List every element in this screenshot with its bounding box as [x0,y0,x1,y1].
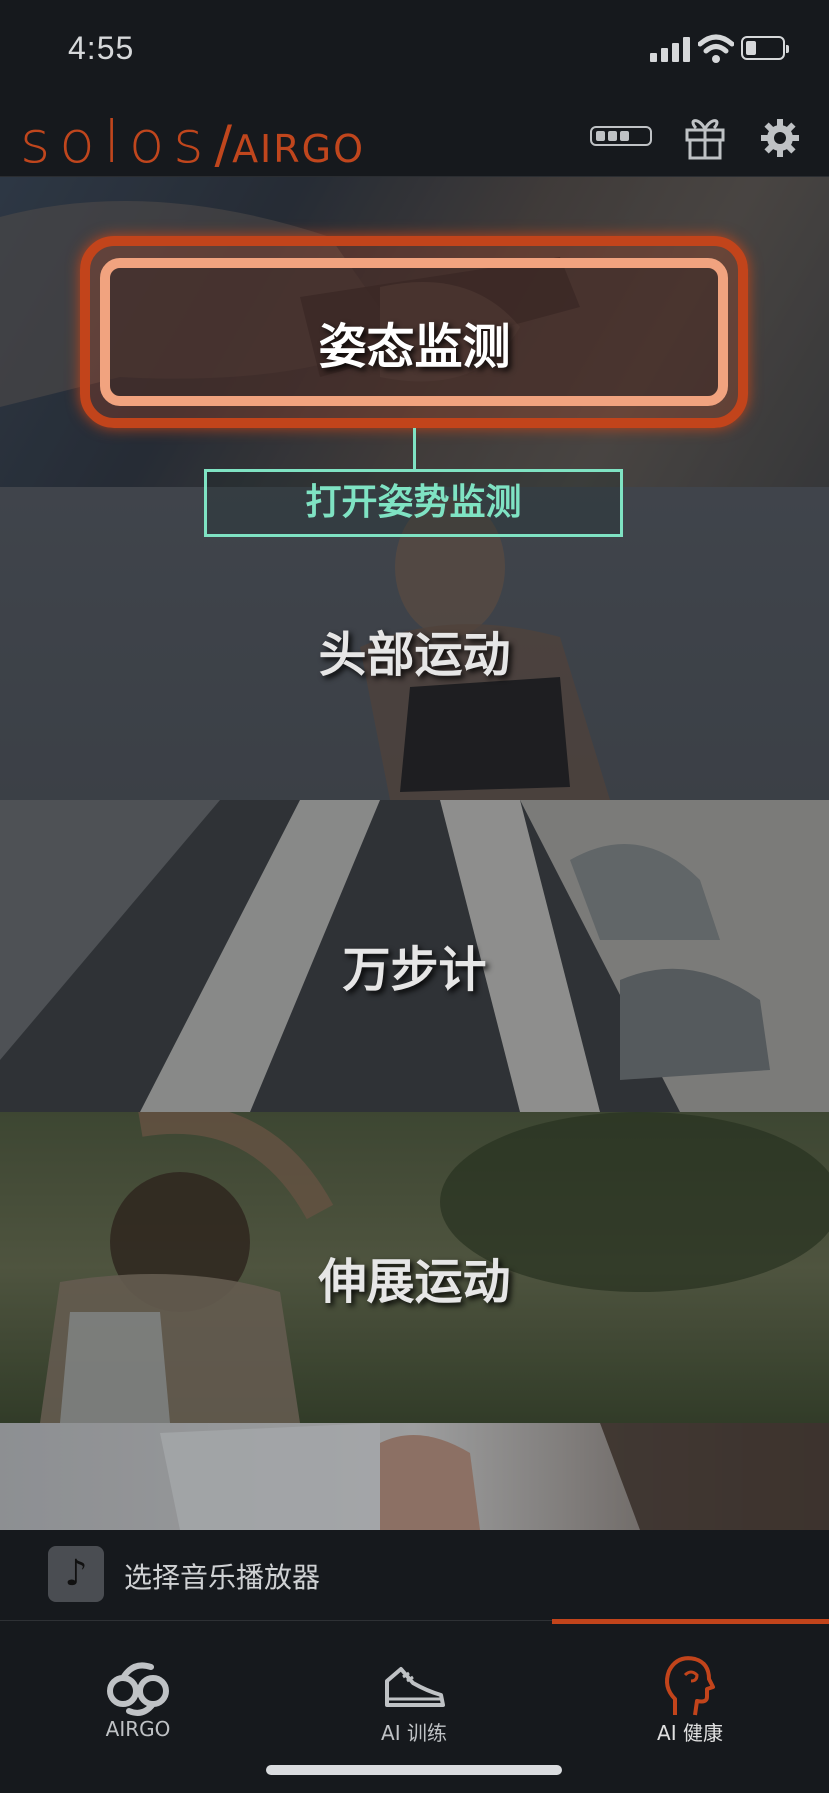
airgo-logo-icon [107,1662,169,1716]
wifi-icon [698,34,734,63]
music-player-label: 选择音乐播放器 [124,1561,321,1594]
tab-airgo[interactable]: AIRGO [0,1621,276,1793]
tab-label-airgo: AIRGO [105,1717,171,1741]
gear-icon[interactable] [760,118,800,158]
status-bar: 4:55 [0,0,829,100]
tab-label-ai-health: AI 健康 [657,1721,723,1745]
tab-ai-health[interactable]: AI 健康 [552,1621,828,1793]
status-time: 4:55 [68,30,135,66]
panel-pedometer[interactable]: 万步计 [0,800,829,1112]
panel-label-stretch: 伸展运动 [318,1254,511,1310]
sneaker-icon [385,1667,445,1707]
app-header: solos / AIRGO [0,100,829,177]
panel-label-pedometer: 万步计 [342,942,487,998]
posture-highlight-inner[interactable] [100,258,728,406]
panel-label-head: 头部运动 [318,627,511,683]
panel-hydration[interactable] [0,1423,829,1530]
brand-secondary: AIRGO [232,127,366,171]
head-profile-icon [665,1656,715,1716]
brand-primary: solos [20,108,213,176]
tooltip-open-posture: 打开姿势监测 [204,469,623,537]
brand-slash: / [214,115,233,175]
battery-icon [741,36,789,60]
gift-icon[interactable] [684,114,726,160]
home-indicator[interactable] [266,1765,562,1775]
tab-label-ai-training: AI 训练 [381,1721,447,1745]
music-player-bar[interactable]: ♪ 选择音乐播放器 [0,1530,829,1620]
music-note-icon: ♪ [48,1546,104,1602]
brand-logo: solos / AIRGO [20,108,365,176]
panel-stretch[interactable]: 伸展运动 [0,1112,829,1423]
cellular-signal-icon [650,36,692,62]
tooltip-connector [413,428,416,470]
glasses-battery-icon[interactable] [590,126,652,146]
